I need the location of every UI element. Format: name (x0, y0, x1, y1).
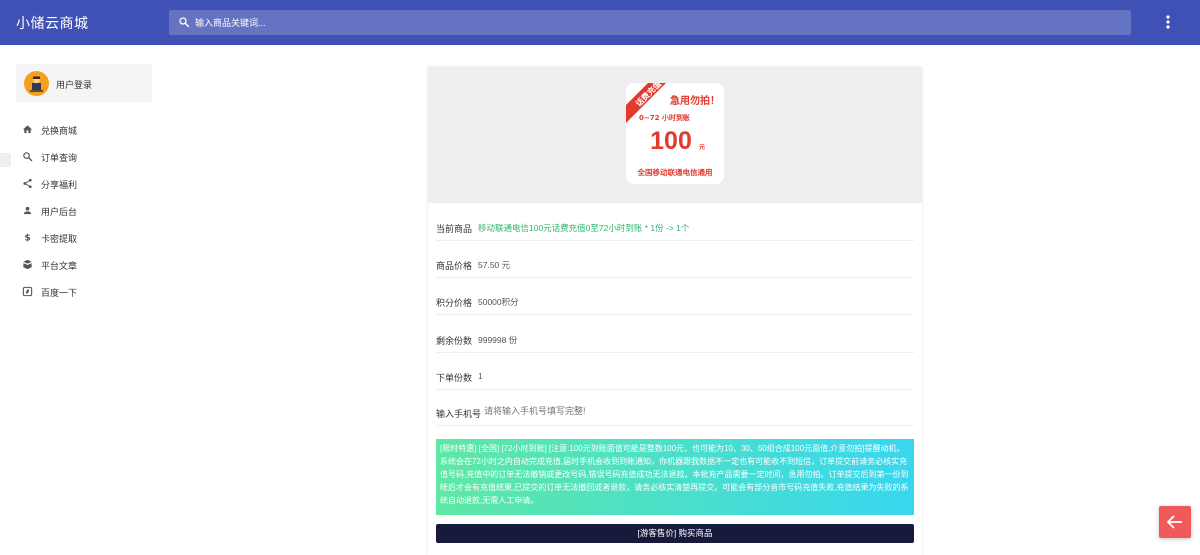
sidebar-item-share[interactable]: 分享福利 (16, 172, 152, 199)
top-app-bar: 小储云商城 输入商品关键词... (0, 0, 1200, 45)
sidebar-nav: 兑换商城 订单查询 分享福利 用户后台 $ 卡密提取 平台文章 百度一下 (16, 118, 152, 307)
sidebar-item-baidu[interactable]: 百度一下 (16, 280, 152, 307)
sidebar-item-orders[interactable]: 订单查询 (16, 145, 152, 172)
product-card: 话费充值 急用勿拍！ 0~72 小时到账 100 元 全国移动联通电信通用 当前… (428, 67, 922, 555)
sidebar-item-label: 平台文章 (41, 261, 78, 271)
person-icon (23, 206, 32, 215)
buy-button[interactable]: [游客售价] 购买商品 (436, 524, 914, 543)
user-login-card[interactable]: 用户登录 (16, 64, 152, 102)
image-amount-text: 100 (650, 127, 692, 155)
quantity-input[interactable]: 1 (478, 371, 483, 381)
more-vert-icon[interactable] (1160, 13, 1176, 31)
sidebar-item-label: 订单查询 (41, 153, 78, 163)
product-hero: 话费充值 急用勿拍！ 0~72 小时到账 100 元 全国移动联通电信通用 (428, 67, 922, 203)
svg-text:$: $ (24, 233, 30, 243)
sidebar-item-label: 兑换商城 (41, 126, 78, 136)
field-label: 剩余份数 (436, 336, 473, 346)
image-subline-text: 0~72 小时到账 (639, 113, 690, 122)
product-image: 话费充值 急用勿拍！ 0~72 小时到账 100 元 全国移动联通电信通用 (626, 83, 724, 184)
price-value: 57.50 元 (478, 260, 511, 270)
image-headline-text: 急用勿拍！ (670, 94, 720, 107)
field-label: 下单份数 (436, 373, 473, 383)
back-button[interactable] (1159, 506, 1191, 538)
sidebar-item-label: 百度一下 (41, 288, 78, 298)
product-notice: [限时特惠] [全国] [72小时到账] [注意:100元到账面值可能是整数10… (436, 439, 914, 515)
compass-icon (22, 286, 33, 297)
points-price-value: 50000积分 (478, 297, 519, 307)
user-login-label: 用户登录 (56, 80, 93, 90)
sidebar-item-shop[interactable]: 兑换商城 (16, 118, 152, 145)
dollar-icon: $ (24, 233, 30, 243)
arrow-left-icon (1166, 515, 1182, 529)
app-title[interactable]: 小储云商城 (16, 13, 89, 33)
image-footer-text: 全国移动联通电信通用 (637, 167, 713, 177)
search-icon (179, 17, 190, 28)
field-current-product: 当前商品 移动联通电信100元话费充值0至72小时到账 * 1份 -> 1个 (436, 213, 914, 241)
search-input[interactable]: 输入商品关键词... (195, 16, 266, 29)
stock-value: 999998 份 (478, 335, 518, 345)
sidebar-item-label: 卡密提取 (41, 234, 78, 244)
search-icon (23, 152, 33, 162)
home-icon (22, 125, 33, 134)
share-icon (23, 178, 32, 189)
field-label: 商品价格 (436, 261, 473, 271)
field-phone: 输入手机号 (436, 398, 914, 426)
field-points-price: 积分价格 50000积分 (436, 287, 914, 315)
sidebar-item-articles[interactable]: 平台文章 (16, 253, 152, 280)
sidebar-item-label: 用户后台 (41, 207, 78, 217)
sidebar-item-user-panel[interactable]: 用户后台 (16, 199, 152, 226)
field-label: 输入手机号 (436, 409, 482, 419)
field-quantity: 下单份数 1 (436, 362, 914, 390)
avatar (24, 71, 49, 96)
sidebar-item-card-extract[interactable]: $ 卡密提取 (16, 226, 152, 253)
search-bar[interactable]: 输入商品关键词... (169, 10, 1131, 35)
sidebar-edge-tab[interactable] (0, 153, 11, 167)
sidebar-item-label: 分享福利 (41, 180, 78, 190)
field-label: 积分价格 (436, 298, 473, 308)
phone-input[interactable] (484, 401, 904, 421)
field-label: 当前商品 (436, 224, 473, 234)
image-unit-text: 元 (699, 144, 705, 151)
field-stock: 剩余份数 999998 份 (436, 325, 914, 353)
book-icon (23, 259, 32, 270)
current-product-value: 移动联通电信100元话费充值0至72小时到账 * 1份 -> 1个 (478, 223, 690, 233)
field-price: 商品价格 57.50 元 (436, 250, 914, 278)
